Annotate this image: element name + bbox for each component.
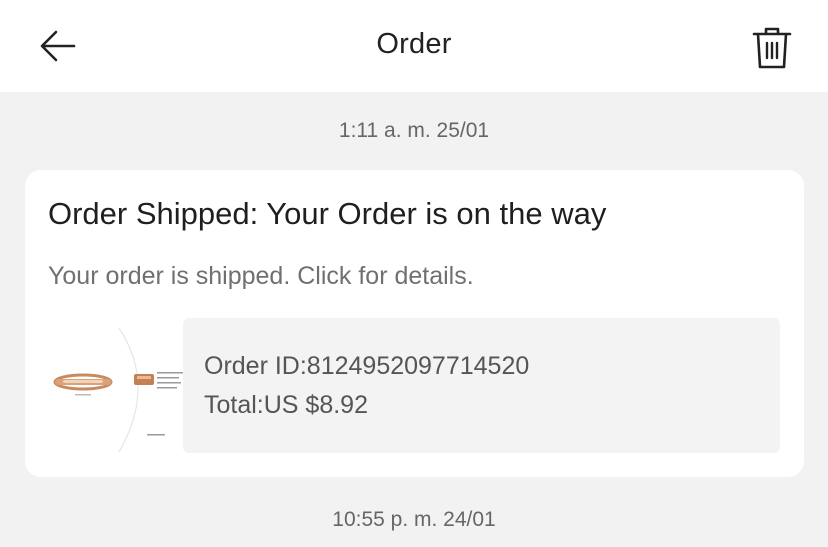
message-timestamp: 10:55 p. m. 24/01 — [332, 508, 496, 531]
notification-title: Order Shipped: Your Order is on the way — [48, 196, 607, 231]
product-thumbnail — [53, 327, 183, 453]
order-total: Total:US $8.92 — [204, 391, 368, 419]
order-summary-box[interactable]: Order ID:8124952097714520 Total:US $8.92 — [183, 318, 780, 453]
header-bar: Order — [0, 0, 828, 92]
notification-subtitle: Your order is shipped. Click for details… — [48, 262, 474, 290]
order-id: Order ID:8124952097714520 — [204, 352, 530, 380]
delete-button[interactable] — [748, 22, 796, 74]
message-timestamp: 1:11 a. m. 25/01 — [338, 119, 490, 142]
order-notification-card[interactable]: Order Shipped: Your Order is on the way … — [25, 170, 804, 477]
trash-icon — [752, 27, 792, 69]
page-title: Order — [376, 28, 452, 60]
